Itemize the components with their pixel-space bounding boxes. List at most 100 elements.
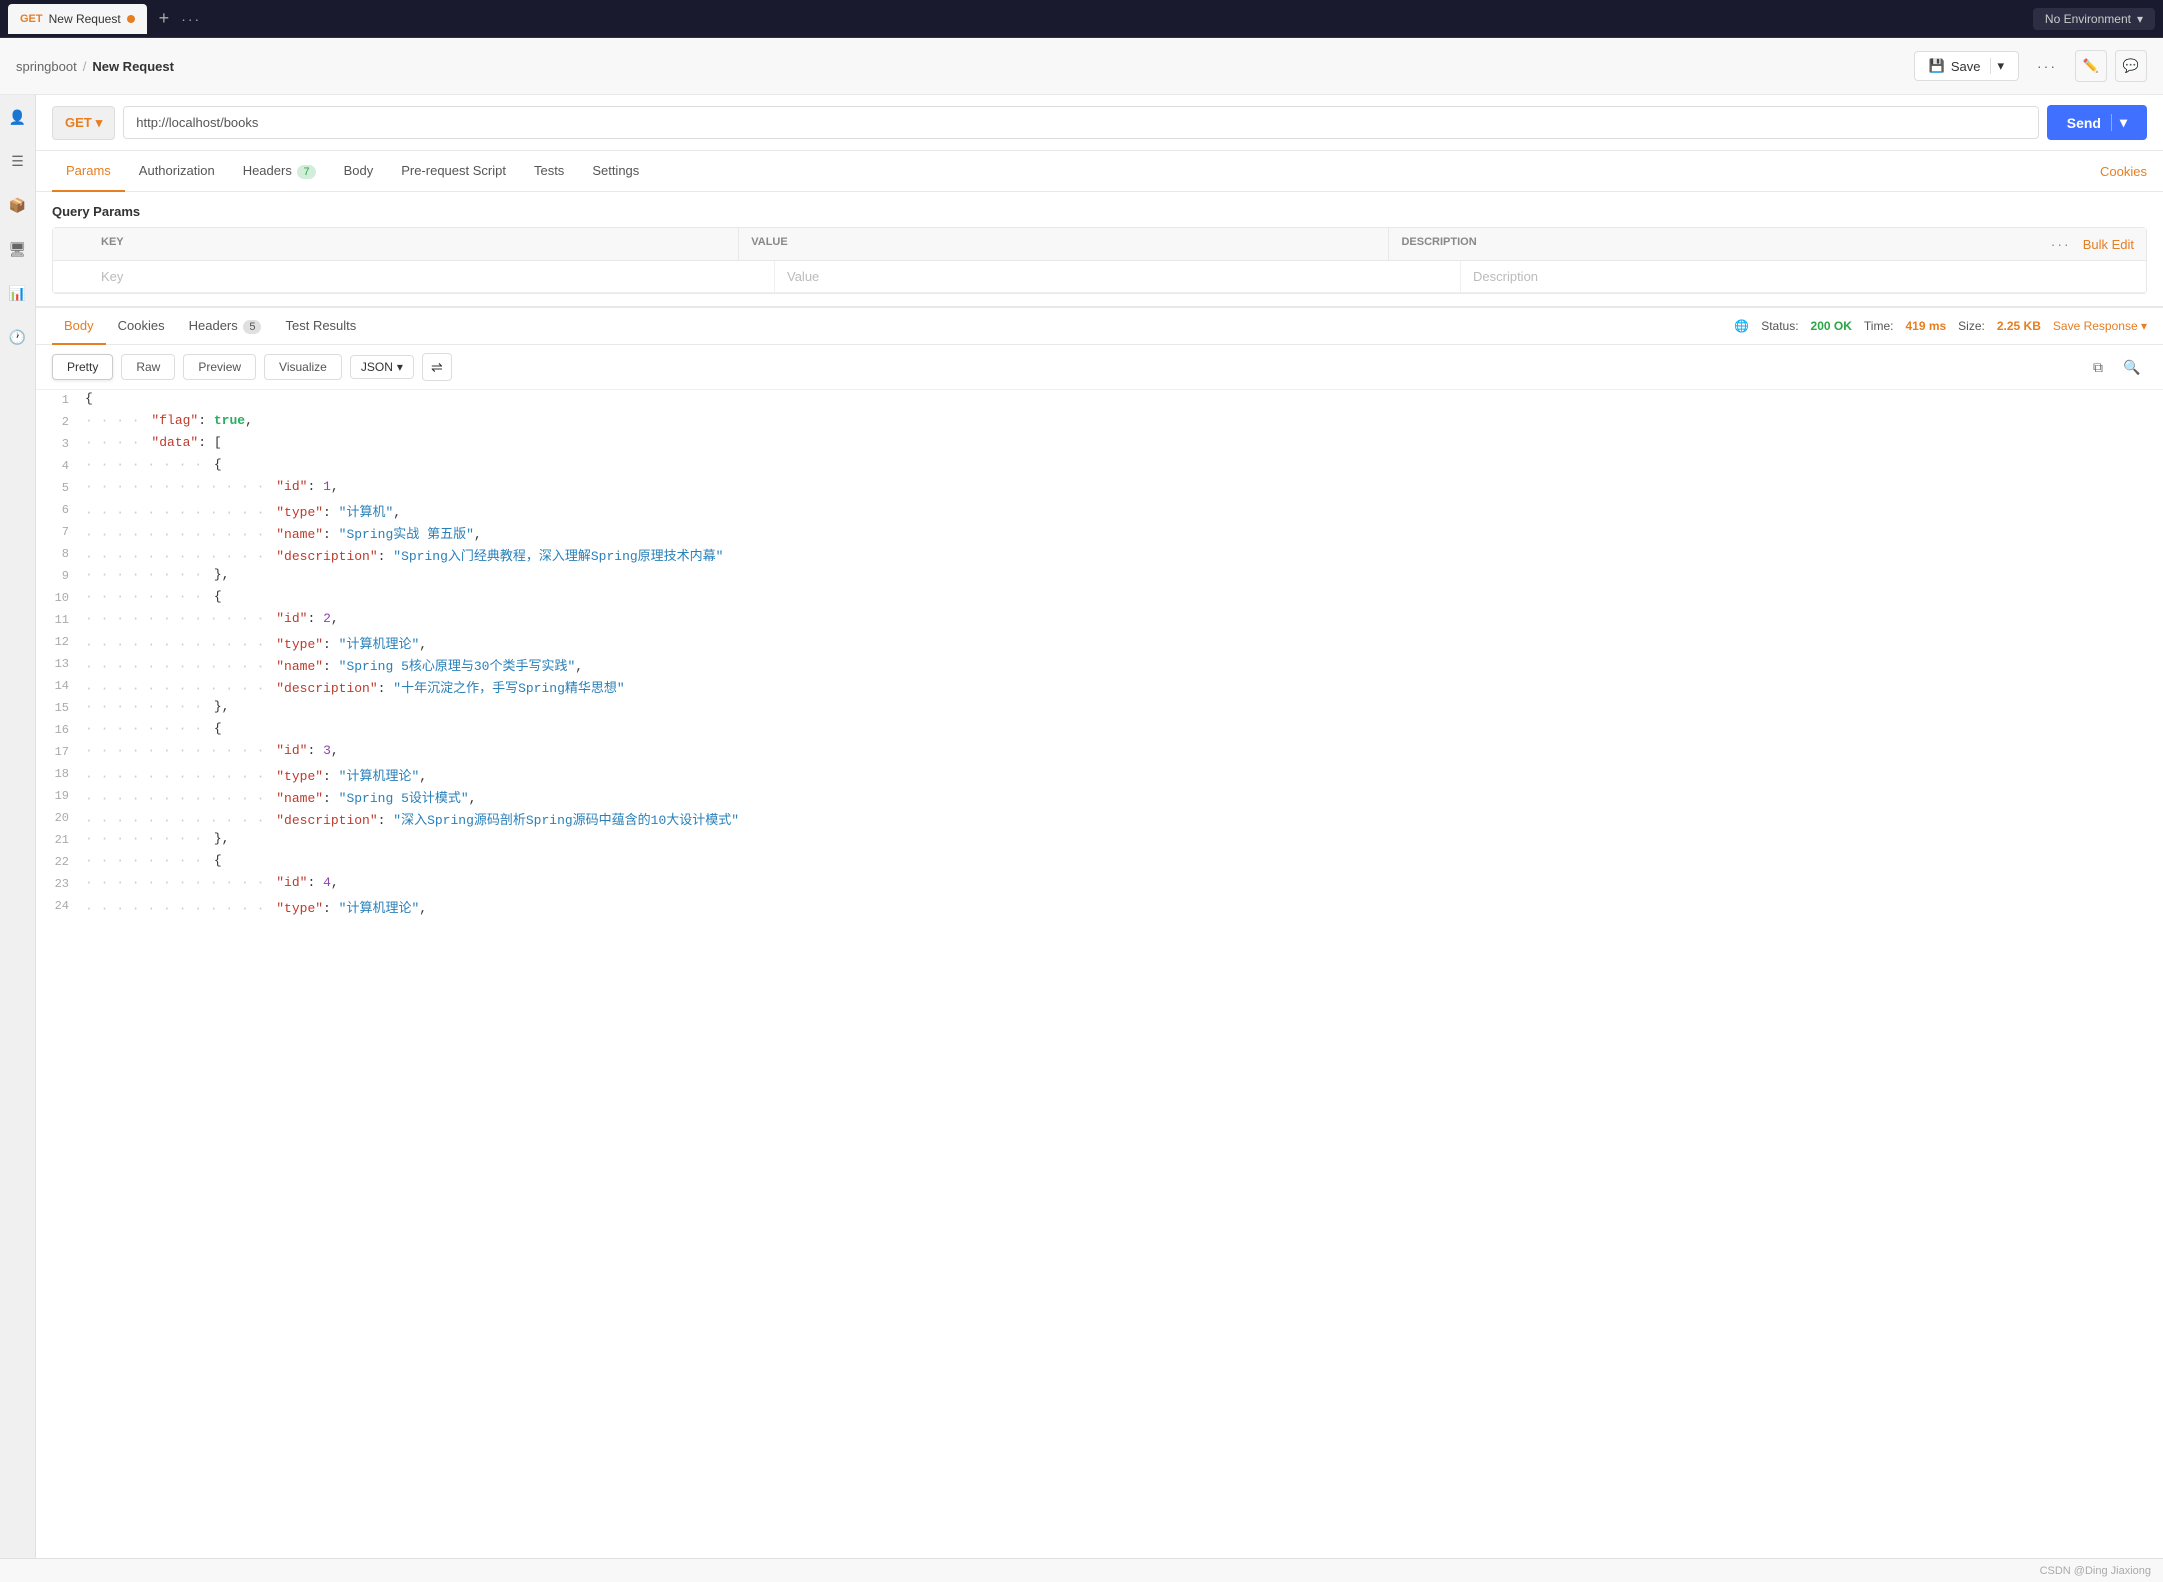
header-bar: springboot / New Request 💾 Save ▾ ··· ✏️…	[0, 38, 2163, 95]
json-viewer[interactable]: 1 { 2 · · · · "flag": true, 3 · · · · "d…	[36, 390, 2163, 1558]
breadcrumb-current: New Request	[92, 59, 174, 74]
response-tab-body[interactable]: Body	[52, 308, 106, 345]
main-content: GET ▾ Send ▾ Params Authorization Header…	[36, 95, 2163, 1558]
sidebar-icon-server[interactable]: 🖥	[4, 235, 32, 263]
row-value[interactable]: Value	[774, 261, 1460, 292]
view-preview-button[interactable]: Preview	[183, 354, 256, 380]
sidebar-icon-box[interactable]: 📦	[4, 191, 32, 219]
tab-tests[interactable]: Tests	[520, 151, 578, 192]
view-raw-button[interactable]: Raw	[121, 354, 175, 380]
edit-icon: ✏️	[2083, 58, 2099, 74]
json-line: 2 · · · · "flag": true,	[36, 412, 2163, 434]
globe-icon: 🌐	[1734, 319, 1749, 333]
save-label: Save	[1951, 59, 1981, 74]
tab-bar: GET New Request + ··· No Environment ▾	[0, 0, 2163, 38]
response-tab-headers[interactable]: Headers 5	[177, 308, 274, 345]
tab-prerequest[interactable]: Pre-request Script	[387, 151, 520, 192]
response-section: Body Cookies Headers 5 Test Results 🌐 St…	[36, 306, 2163, 1558]
params-table: KEY VALUE DESCRIPTION ··· Bulk Edit Key …	[52, 227, 2147, 294]
request-tab[interactable]: GET New Request	[8, 4, 147, 34]
view-visualize-button[interactable]: Visualize	[264, 354, 342, 380]
env-label: No Environment	[2045, 12, 2131, 26]
json-line: 15 · · · · · · · · },	[36, 698, 2163, 720]
breadcrumb: springboot / New Request	[16, 59, 174, 74]
response-tab-tests[interactable]: Test Results	[273, 308, 368, 345]
breadcrumb-collection[interactable]: springboot	[16, 59, 77, 74]
row-desc[interactable]: Description	[1460, 261, 2146, 292]
desc-col-header: DESCRIPTION	[1388, 228, 2038, 260]
cookies-link[interactable]: Cookies	[2100, 164, 2147, 179]
format-chevron-icon: ▾	[397, 360, 403, 374]
footer-credit: CSDN @Ding Jiaxiong	[2040, 1565, 2151, 1577]
sidebar: 👤 ☰ 📦 🖥 📊 🕐	[0, 95, 36, 1558]
headers-badge: 7	[297, 165, 315, 179]
json-line: 18 · · · · · · · · · · · · "type": "计算机理…	[36, 764, 2163, 786]
header-actions: 💾 Save ▾ ··· ✏️ 💬	[1914, 50, 2147, 82]
tab-title: New Request	[49, 12, 121, 26]
save-chevron-icon[interactable]: ▾	[1990, 58, 2004, 74]
row-key[interactable]: Key	[89, 261, 774, 292]
json-line: 11 · · · · · · · · · · · · "id": 2,	[36, 610, 2163, 632]
sidebar-icon-chart[interactable]: 📊	[4, 279, 32, 307]
key-col-header: KEY	[89, 228, 738, 260]
response-toolbar: Pretty Raw Preview Visualize JSON ▾ ⇌ ⧉ …	[36, 345, 2163, 390]
query-params-title: Query Params	[52, 204, 2147, 219]
more-tabs-button[interactable]: ···	[181, 11, 201, 27]
json-line: 17 · · · · · · · · · · · · "id": 3,	[36, 742, 2163, 764]
sidebar-icon-history[interactable]: 🕐	[4, 323, 32, 351]
json-line: 10 · · · · · · · · {	[36, 588, 2163, 610]
wrap-button[interactable]: ⇌	[422, 353, 452, 381]
format-select[interactable]: JSON ▾	[350, 355, 414, 379]
tab-authorization[interactable]: Authorization	[125, 151, 229, 192]
url-bar: GET ▾ Send ▾	[36, 95, 2163, 151]
json-line: 7 · · · · · · · · · · · · "name": "Sprin…	[36, 522, 2163, 544]
json-line: 20 · · · · · · · · · · · · "description"…	[36, 808, 2163, 830]
response-tab-cookies[interactable]: Cookies	[106, 308, 177, 345]
add-tab-button[interactable]: +	[151, 8, 178, 29]
copy-button[interactable]: ⧉	[2083, 353, 2113, 381]
json-line: 4 · · · · · · · · {	[36, 456, 2163, 478]
save-response-button[interactable]: Save Response ▾	[2053, 319, 2147, 333]
wrap-icon: ⇌	[431, 359, 443, 376]
tab-headers[interactable]: Headers 7	[229, 151, 330, 192]
header-more-button[interactable]: ···	[2027, 52, 2067, 80]
method-label: GET	[65, 115, 92, 130]
main-layout: 👤 ☰ 📦 🖥 📊 🕐 GET ▾ Send ▾ Params Au	[0, 95, 2163, 1558]
check-col-header	[53, 228, 89, 260]
env-chevron-icon: ▾	[2137, 12, 2143, 26]
edit-button[interactable]: ✏️	[2075, 50, 2107, 82]
toolbar-right: ⧉ 🔍	[2083, 353, 2147, 381]
comment-button[interactable]: 💬	[2115, 50, 2147, 82]
tab-settings[interactable]: Settings	[578, 151, 653, 192]
sidebar-icon-layers[interactable]: ☰	[4, 147, 32, 175]
tab-params[interactable]: Params	[52, 151, 125, 192]
environment-selector[interactable]: No Environment ▾	[2033, 8, 2155, 30]
query-params-section: Query Params KEY VALUE DESCRIPTION ··· B…	[36, 192, 2163, 306]
params-header-row: KEY VALUE DESCRIPTION ··· Bulk Edit	[53, 228, 2146, 261]
view-pretty-button[interactable]: Pretty	[52, 354, 113, 380]
send-label: Send	[2067, 115, 2101, 131]
send-button[interactable]: Send ▾	[2047, 105, 2147, 140]
json-line: 23 · · · · · · · · · · · · "id": 4,	[36, 874, 2163, 896]
params-more-dots[interactable]: ···	[2051, 236, 2071, 252]
json-line: 21 · · · · · · · · },	[36, 830, 2163, 852]
time-label: Time:	[1864, 319, 1894, 333]
search-button[interactable]: 🔍	[2117, 353, 2147, 381]
tab-body[interactable]: Body	[330, 151, 388, 192]
json-line: 1 {	[36, 390, 2163, 412]
json-line: 24 · · · · · · · · · · · · "type": "计算机理…	[36, 896, 2163, 918]
bulk-edit-button[interactable]: Bulk Edit	[2083, 237, 2134, 252]
tab-modified-dot	[127, 15, 135, 23]
save-icon: 💾	[1929, 58, 1945, 74]
breadcrumb-separator: /	[83, 59, 87, 74]
method-select[interactable]: GET ▾	[52, 106, 115, 140]
time-value: 419 ms	[1905, 319, 1946, 333]
json-line: 19 · · · · · · · · · · · · "name": "Spri…	[36, 786, 2163, 808]
comment-icon: 💬	[2123, 58, 2139, 74]
send-chevron-icon[interactable]: ▾	[2111, 114, 2127, 131]
tab-method: GET	[20, 13, 43, 25]
json-line: 3 · · · · "data": [	[36, 434, 2163, 456]
url-input[interactable]	[123, 106, 2038, 139]
sidebar-icon-person[interactable]: 👤	[4, 103, 32, 131]
save-button[interactable]: 💾 Save ▾	[1914, 51, 2019, 81]
